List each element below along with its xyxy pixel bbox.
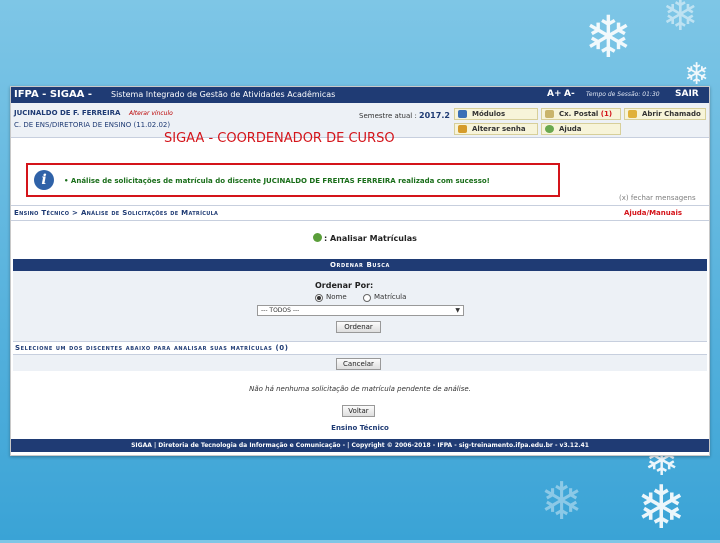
postal-label: Cx. Postal [559, 110, 599, 118]
snowflake-icon: ❄ [636, 473, 687, 543]
modules-label: Módulos [472, 110, 506, 118]
postal-count: (1) [600, 110, 613, 118]
open-ticket-button[interactable]: Abrir Chamado [624, 108, 706, 120]
message-bullet: • [64, 177, 69, 185]
breadcrumb-bar: Ensino Técnico > Análise de Solicitações… [11, 205, 709, 221]
session-timer: Tempo de Sessão: 01:30 [586, 91, 660, 98]
close-messages-link[interactable]: (x) fechar mensagens [619, 194, 696, 202]
semester-label: Semestre atual : [359, 112, 417, 120]
snowflake-icon: ❄ [662, 0, 699, 41]
user-department: C. DE ENS/DIRETORIA DE ENSINO (11.02.02) [14, 121, 171, 129]
role-banner: SIGAA - COORDENADOR DE CURSO [164, 131, 395, 146]
snowflake-icon: ❄ [584, 3, 633, 71]
chevron-down-icon: ▼ [455, 307, 460, 314]
browser-page: IFPA - SIGAA - Sistema Integrado de Gest… [10, 86, 710, 456]
back-button[interactable]: Voltar [342, 405, 375, 417]
info-icon: i [34, 170, 54, 190]
open-ticket-label: Abrir Chamado [642, 110, 701, 118]
empty-results-message: Não há nenhuma solicitação de matrícula … [249, 385, 471, 393]
help-button[interactable]: Ajuda [541, 123, 621, 135]
postal-box-button[interactable]: Cx. Postal (1) [541, 108, 621, 120]
help-manuals-link[interactable]: Ajuda/Manuais [624, 209, 682, 217]
font-decrease-button[interactable]: A- [564, 89, 575, 99]
semester-info: Semestre atual : 2017.2 [359, 111, 450, 120]
app-subtitle: Sistema Integrado de Gestão de Atividade… [111, 90, 336, 99]
app-title: IFPA - SIGAA - [14, 89, 93, 100]
change-password-label: Alterar senha [472, 125, 526, 133]
select-students-header: Selecione um dos discentes abaixo para a… [13, 341, 707, 355]
change-password-button[interactable]: Alterar senha [454, 123, 538, 135]
footer: SIGAA | Diretoria de Tecnologia da Infor… [11, 439, 709, 452]
section-link[interactable]: Ensino Técnico [11, 424, 709, 432]
success-message: • Análise de solicitações de matrícula d… [64, 177, 490, 185]
page-title: : Analisar Matrículas [313, 233, 417, 243]
snowflake-icon: ❄ [540, 472, 584, 532]
page-title-text: : Analisar Matrículas [324, 234, 417, 243]
order-by-matricula-radio[interactable] [363, 294, 371, 302]
mail-icon [545, 110, 554, 118]
modules-icon [458, 110, 467, 118]
cancel-button[interactable]: Cancelar [336, 358, 381, 370]
select-students-text: Selecione um dos discentes abaixo para a… [15, 344, 289, 352]
globe-icon [313, 233, 322, 242]
top-bar: IFPA - SIGAA - Sistema Integrado de Gest… [11, 87, 709, 103]
font-increase-button[interactable]: A+ [547, 89, 562, 99]
order-by-name-label: Nome [326, 293, 347, 301]
key-icon [458, 125, 467, 133]
help-icon [545, 125, 554, 133]
success-message-box: i • Análise de solicitações de matrícula… [26, 163, 560, 197]
logout-link[interactable]: SAIR [675, 89, 699, 99]
message-text: Análise de solicitações de matrícula do … [70, 177, 490, 185]
user-name: JUCINALDO DE F. FERREIRA [14, 109, 121, 117]
order-by-name-radio[interactable] [315, 294, 323, 302]
order-by-matricula-label: Matrícula [374, 293, 407, 301]
search-panel-header: Ordenar Busca [13, 259, 707, 271]
breadcrumb: Ensino Técnico > Análise de Solicitações… [14, 209, 219, 217]
filter-select-value: --- TODOS --- [261, 307, 300, 314]
order-button[interactable]: Ordenar [336, 321, 381, 333]
filter-select[interactable]: --- TODOS --- ▼ [257, 305, 464, 316]
semester-value: 2017.2 [419, 111, 450, 120]
help-label: Ajuda [559, 125, 582, 133]
change-link-link[interactable]: Alterar vínculo [129, 110, 173, 117]
ticket-icon [628, 110, 637, 118]
order-by-label: Ordenar Por: [315, 281, 374, 290]
modules-button[interactable]: Módulos [454, 108, 538, 120]
search-panel: Ordenar Busca Ordenar Por: Nome Matrícul… [13, 259, 707, 371]
